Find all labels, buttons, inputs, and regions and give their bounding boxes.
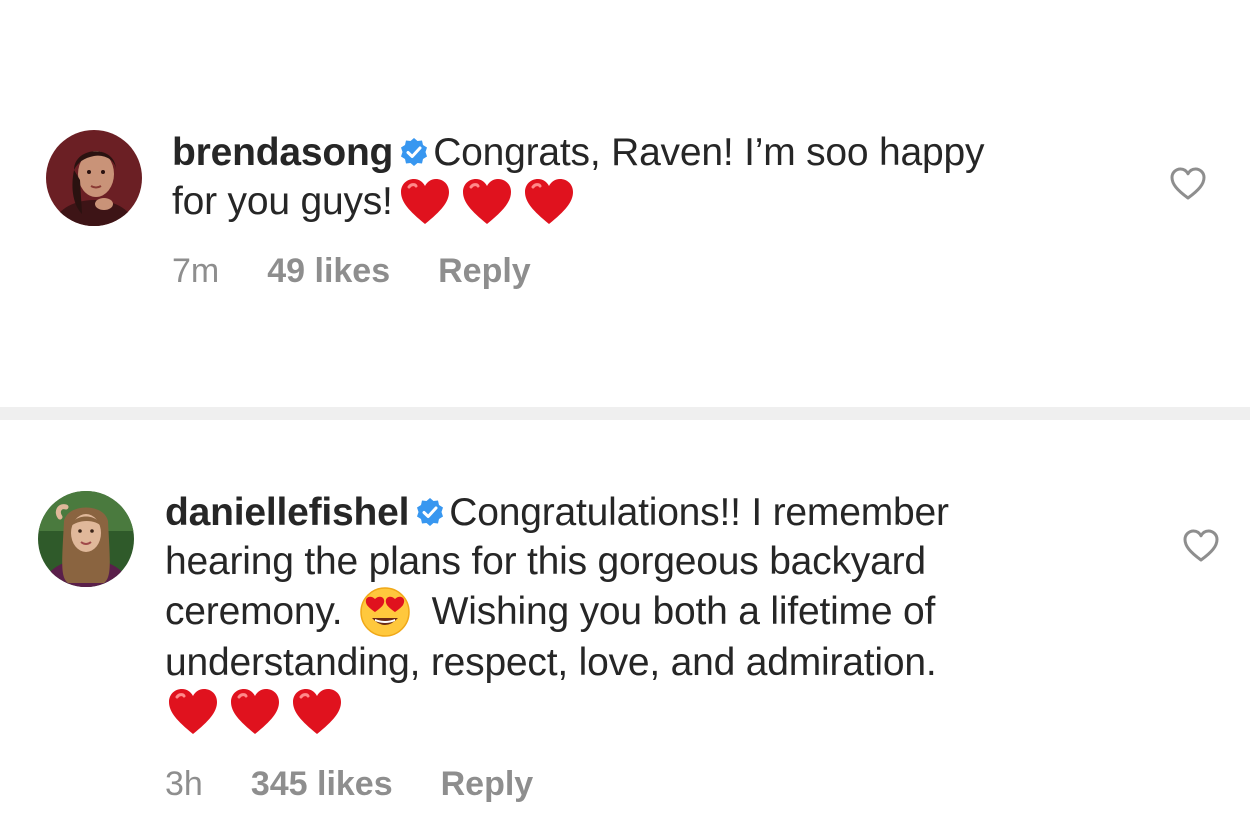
comment-text: Wishing you both a lifetime of bbox=[431, 590, 936, 633]
verified-badge-icon bbox=[399, 137, 429, 167]
comment-time: 3h bbox=[165, 765, 203, 803]
username[interactable]: brendasong bbox=[172, 131, 393, 174]
comment-line bbox=[165, 687, 949, 739]
comment-text: for you guys! bbox=[172, 180, 393, 223]
comment-body: daniellefishel Congratulations!! I rememb… bbox=[165, 488, 949, 739]
comment-line: hearing the plans for this gorgeous back… bbox=[165, 537, 949, 586]
comment-text: Congratulations!! I remember bbox=[449, 491, 949, 534]
comment-line: for you guys! bbox=[172, 177, 984, 226]
like-count[interactable]: 345 likes bbox=[251, 765, 393, 803]
comment-body: brendasong Congrats, Raven! I’m soo happy… bbox=[172, 128, 985, 226]
comment-text: understanding, respect, love, and admira… bbox=[165, 641, 937, 684]
red-heart-emoji-icon bbox=[291, 688, 343, 736]
red-heart-emoji-icon bbox=[167, 688, 219, 736]
comment-text: hearing the plans for this gorgeous back… bbox=[165, 540, 926, 583]
avatar[interactable] bbox=[46, 130, 142, 226]
username[interactable]: daniellefishel bbox=[165, 491, 409, 534]
comment-line: brendasong Congrats, Raven! I’m soo happy bbox=[172, 128, 985, 177]
red-heart-emoji-icon bbox=[523, 178, 575, 226]
comment-line: understanding, respect, love, and admira… bbox=[165, 638, 949, 687]
like-count[interactable]: 49 likes bbox=[267, 252, 390, 290]
reply-button[interactable]: Reply bbox=[438, 252, 531, 290]
verified-badge-icon bbox=[415, 497, 445, 527]
red-heart-emoji-icon bbox=[229, 688, 281, 736]
comment-line: ceremony. Wishing you both a lifetime of bbox=[165, 586, 949, 638]
avatar[interactable] bbox=[38, 491, 134, 587]
comment-text: ceremony. bbox=[165, 590, 343, 633]
red-heart-emoji-icon bbox=[399, 178, 451, 226]
heart-outline-icon[interactable] bbox=[1182, 528, 1220, 564]
comment-line: daniellefishel Congratulations!! I rememb… bbox=[165, 488, 949, 537]
comment-time: 7m bbox=[172, 252, 220, 290]
reply-button[interactable]: Reply bbox=[441, 765, 534, 803]
red-heart-emoji-icon bbox=[461, 178, 513, 226]
comment-meta: 3h 345 likes Reply bbox=[165, 765, 581, 804]
section-divider bbox=[0, 407, 1250, 420]
heart-outline-icon[interactable] bbox=[1169, 166, 1207, 202]
heart-eyes-emoji-icon bbox=[360, 587, 410, 637]
comment-meta: 7m 49 likes Reply bbox=[172, 252, 579, 291]
comment-text: Congrats, Raven! I’m soo happy bbox=[433, 131, 985, 174]
